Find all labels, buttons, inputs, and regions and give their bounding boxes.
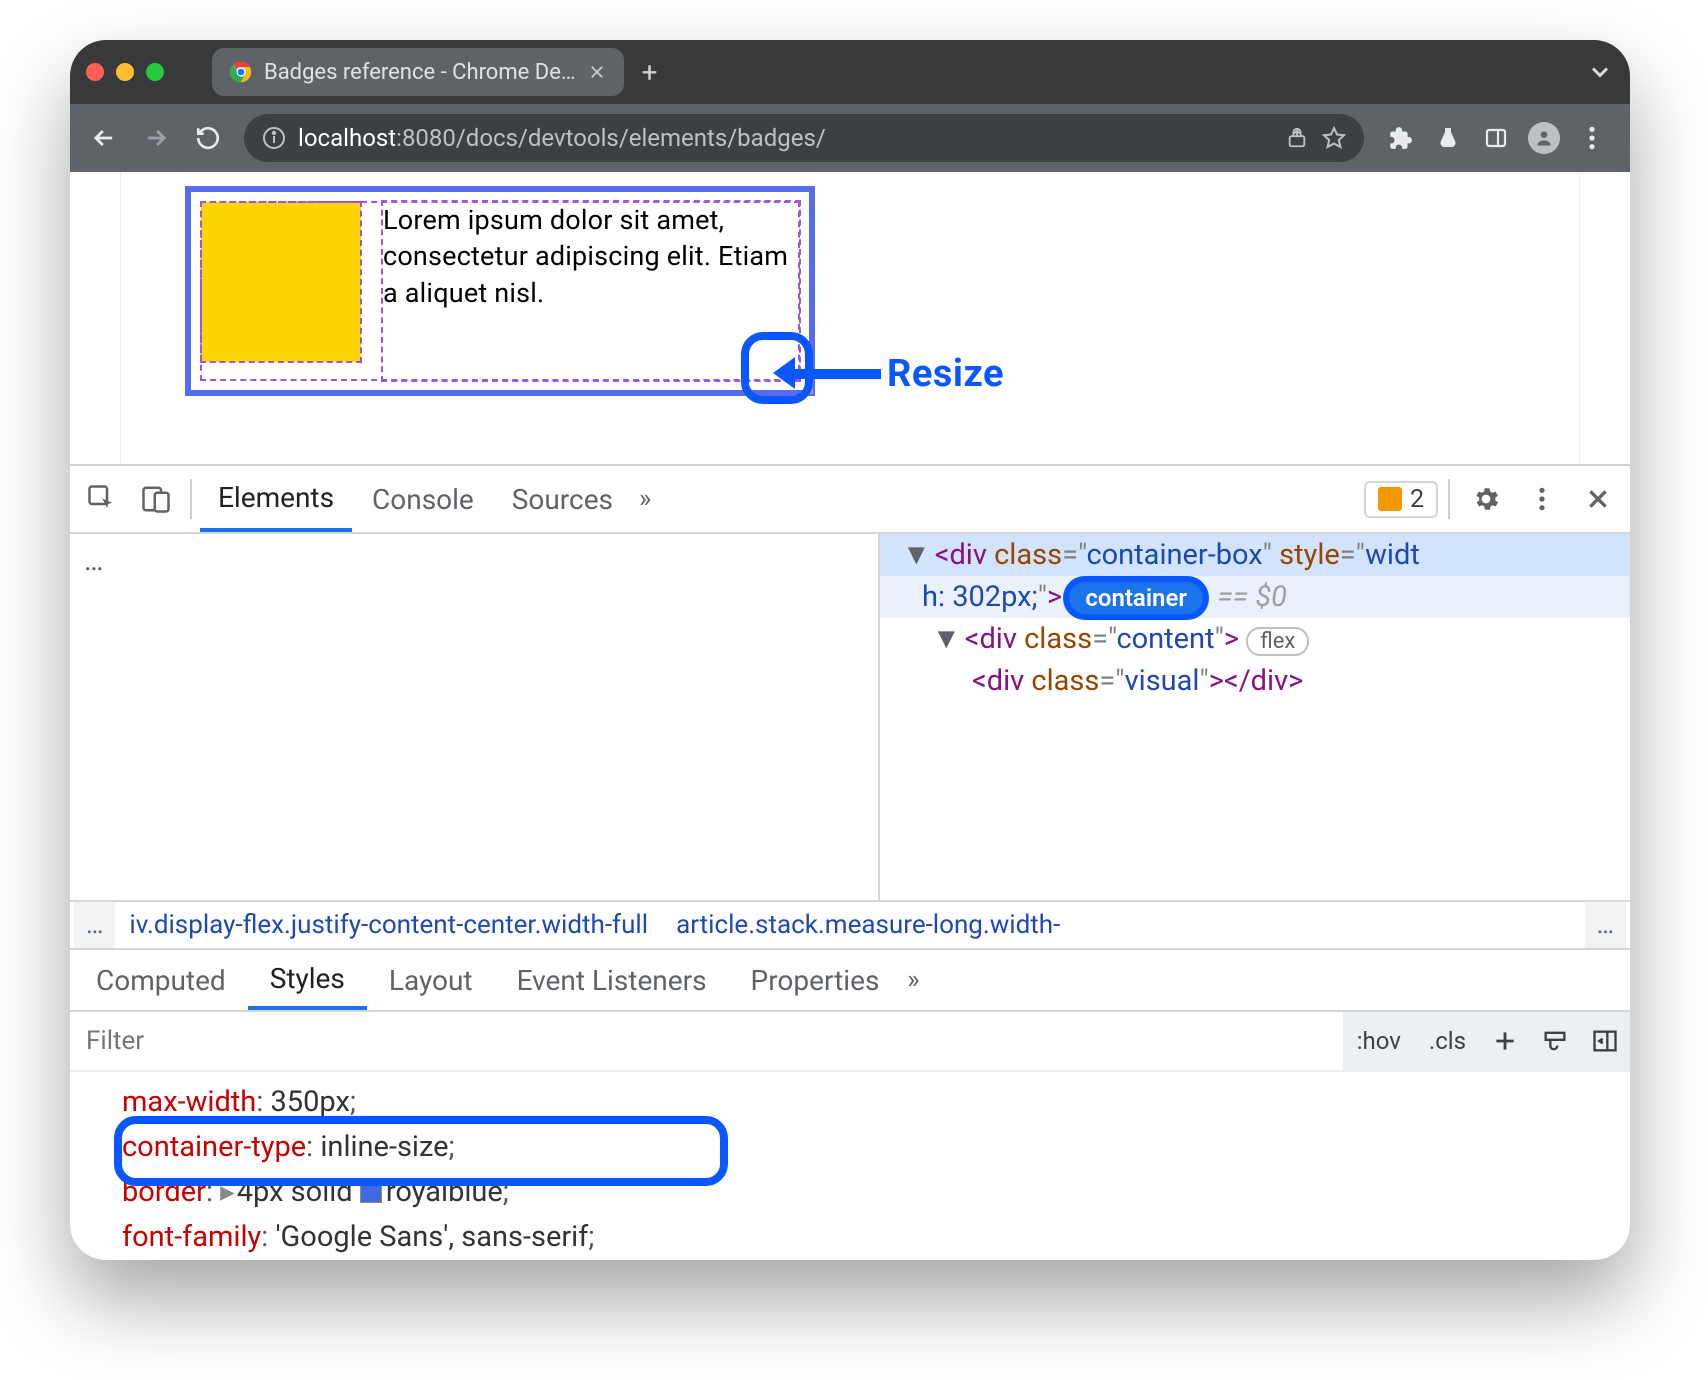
close-window-button[interactable]: [86, 63, 104, 81]
hov-button[interactable]: :hov: [1343, 1012, 1415, 1070]
styles-more-tabs[interactable]: »: [901, 965, 925, 995]
tab-layout[interactable]: Layout: [367, 950, 495, 1010]
dom-node-visual[interactable]: <div class="visual"></div>: [880, 660, 1630, 702]
resize-callout: Resize: [791, 352, 1004, 396]
callout-arrow: [791, 369, 881, 379]
breadcrumb-overflow-right[interactable]: …: [1585, 902, 1626, 948]
css-declaration[interactable]: border: ▸4px solid royalblue;: [122, 1170, 1630, 1215]
close-tab-icon[interactable]: [588, 63, 606, 81]
css-declaration-highlighted[interactable]: container-type: inline-size;: [122, 1125, 1630, 1170]
new-style-rule-button[interactable]: [1480, 1028, 1530, 1054]
back-button[interactable]: [82, 116, 126, 160]
chrome-menu-button[interactable]: [1570, 116, 1614, 160]
styles-filter-input[interactable]: [70, 1012, 1343, 1070]
title-bar: Badges reference - Chrome De… +: [70, 40, 1630, 104]
callout-label: Resize: [887, 352, 1004, 396]
elements-tree[interactable]: … ▼<div class="container-box" style="wid…: [70, 534, 1630, 900]
dom-breadcrumb[interactable]: … iv.display-flex.justify-content-center…: [70, 900, 1630, 950]
breadcrumb-item[interactable]: article.stack.measure-long.width-: [662, 902, 1074, 948]
new-tab-button[interactable]: +: [642, 56, 658, 89]
container-badge[interactable]: container: [1069, 582, 1203, 614]
dom-node-selected[interactable]: ▼<div class="container-box" style="widt: [880, 534, 1630, 576]
filter-bar: :hov .cls: [70, 1012, 1630, 1072]
tab-properties[interactable]: Properties: [729, 950, 902, 1010]
browser-window: Badges reference - Chrome De… + localhos…: [70, 40, 1630, 1260]
breadcrumb-item[interactable]: iv.display-flex.justify-content-center.w…: [115, 902, 662, 948]
tab-title: Badges reference - Chrome De…: [264, 60, 576, 85]
device-toolbar-button[interactable]: [130, 473, 182, 525]
settings-button[interactable]: [1460, 473, 1512, 525]
traffic-lights: [86, 63, 164, 81]
tab-sources[interactable]: Sources: [494, 466, 631, 532]
forward-button[interactable]: [134, 116, 178, 160]
close-devtools-button[interactable]: [1572, 473, 1624, 525]
warning-icon: [1378, 487, 1402, 511]
reload-button[interactable]: [186, 116, 230, 160]
sidepanel-button[interactable]: [1474, 116, 1518, 160]
devtools-panel: Elements Console Sources » 2 … ▼<div cla…: [70, 466, 1630, 1260]
toggle-sidebar-icon[interactable]: [1580, 1027, 1630, 1055]
tab-computed[interactable]: Computed: [74, 950, 248, 1010]
labs-button[interactable]: [1426, 116, 1470, 160]
extensions-button[interactable]: [1378, 116, 1422, 160]
dom-node-content[interactable]: ▼<div class="content"> flex: [880, 618, 1630, 660]
paint-brush-icon[interactable]: [1530, 1027, 1580, 1055]
devtools-menu-button[interactable]: [1516, 473, 1568, 525]
tabs-dropdown-icon[interactable]: [1586, 58, 1614, 86]
page-viewport: Lorem ipsum dolor sit amet, consectetur …: [70, 172, 1630, 466]
flex-badge[interactable]: flex: [1246, 627, 1309, 656]
css-rules[interactable]: max-width: 350px; container-type: inline…: [70, 1072, 1630, 1260]
maximize-window-button[interactable]: [146, 63, 164, 81]
css-declaration[interactable]: max-width: 350px;: [122, 1080, 1630, 1125]
visual-square: [201, 202, 361, 362]
tab-event-listeners[interactable]: Event Listeners: [495, 950, 729, 1010]
dom-node-selected-cont[interactable]: h: 302px;"> container == $0: [880, 576, 1630, 618]
minimize-window-button[interactable]: [116, 63, 134, 81]
css-declaration[interactable]: font-family: 'Google Sans', sans-serif;: [122, 1215, 1630, 1260]
lorem-text: Lorem ipsum dolor sit amet, consectetur …: [383, 202, 799, 380]
chrome-icon: [230, 61, 252, 83]
browser-tab[interactable]: Badges reference - Chrome De…: [212, 48, 624, 96]
bookmark-star-icon[interactable]: [1322, 126, 1346, 150]
breadcrumb-overflow-left[interactable]: …: [74, 902, 115, 948]
container-box-demo[interactable]: Lorem ipsum dolor sit amet, consectetur …: [185, 186, 815, 396]
tab-elements[interactable]: Elements: [200, 466, 352, 532]
styles-tabs: Computed Styles Layout Event Listeners P…: [70, 950, 1630, 1012]
url-text: localhost:8080/docs/devtools/elements/ba…: [298, 124, 1274, 152]
profile-button[interactable]: [1522, 116, 1566, 160]
tab-console[interactable]: Console: [354, 466, 492, 532]
dom-left-column: …: [70, 534, 880, 900]
share-icon[interactable]: [1286, 127, 1308, 149]
address-bar[interactable]: localhost:8080/docs/devtools/elements/ba…: [244, 114, 1364, 162]
dom-right-column: ▼<div class="container-box" style="widt …: [880, 534, 1630, 900]
devtools-top-tabs: Elements Console Sources » 2: [70, 466, 1630, 534]
tab-styles[interactable]: Styles: [248, 950, 367, 1010]
cls-button[interactable]: .cls: [1415, 1012, 1480, 1070]
color-swatch[interactable]: [360, 1181, 382, 1203]
issues-badge[interactable]: 2: [1364, 481, 1438, 518]
page-content-column: Lorem ipsum dolor sit amet, consectetur …: [120, 172, 1580, 464]
inspect-element-button[interactable]: [76, 473, 128, 525]
more-tabs-button[interactable]: »: [633, 484, 657, 514]
site-info-icon[interactable]: [262, 126, 286, 150]
browser-toolbar: localhost:8080/docs/devtools/elements/ba…: [70, 104, 1630, 172]
